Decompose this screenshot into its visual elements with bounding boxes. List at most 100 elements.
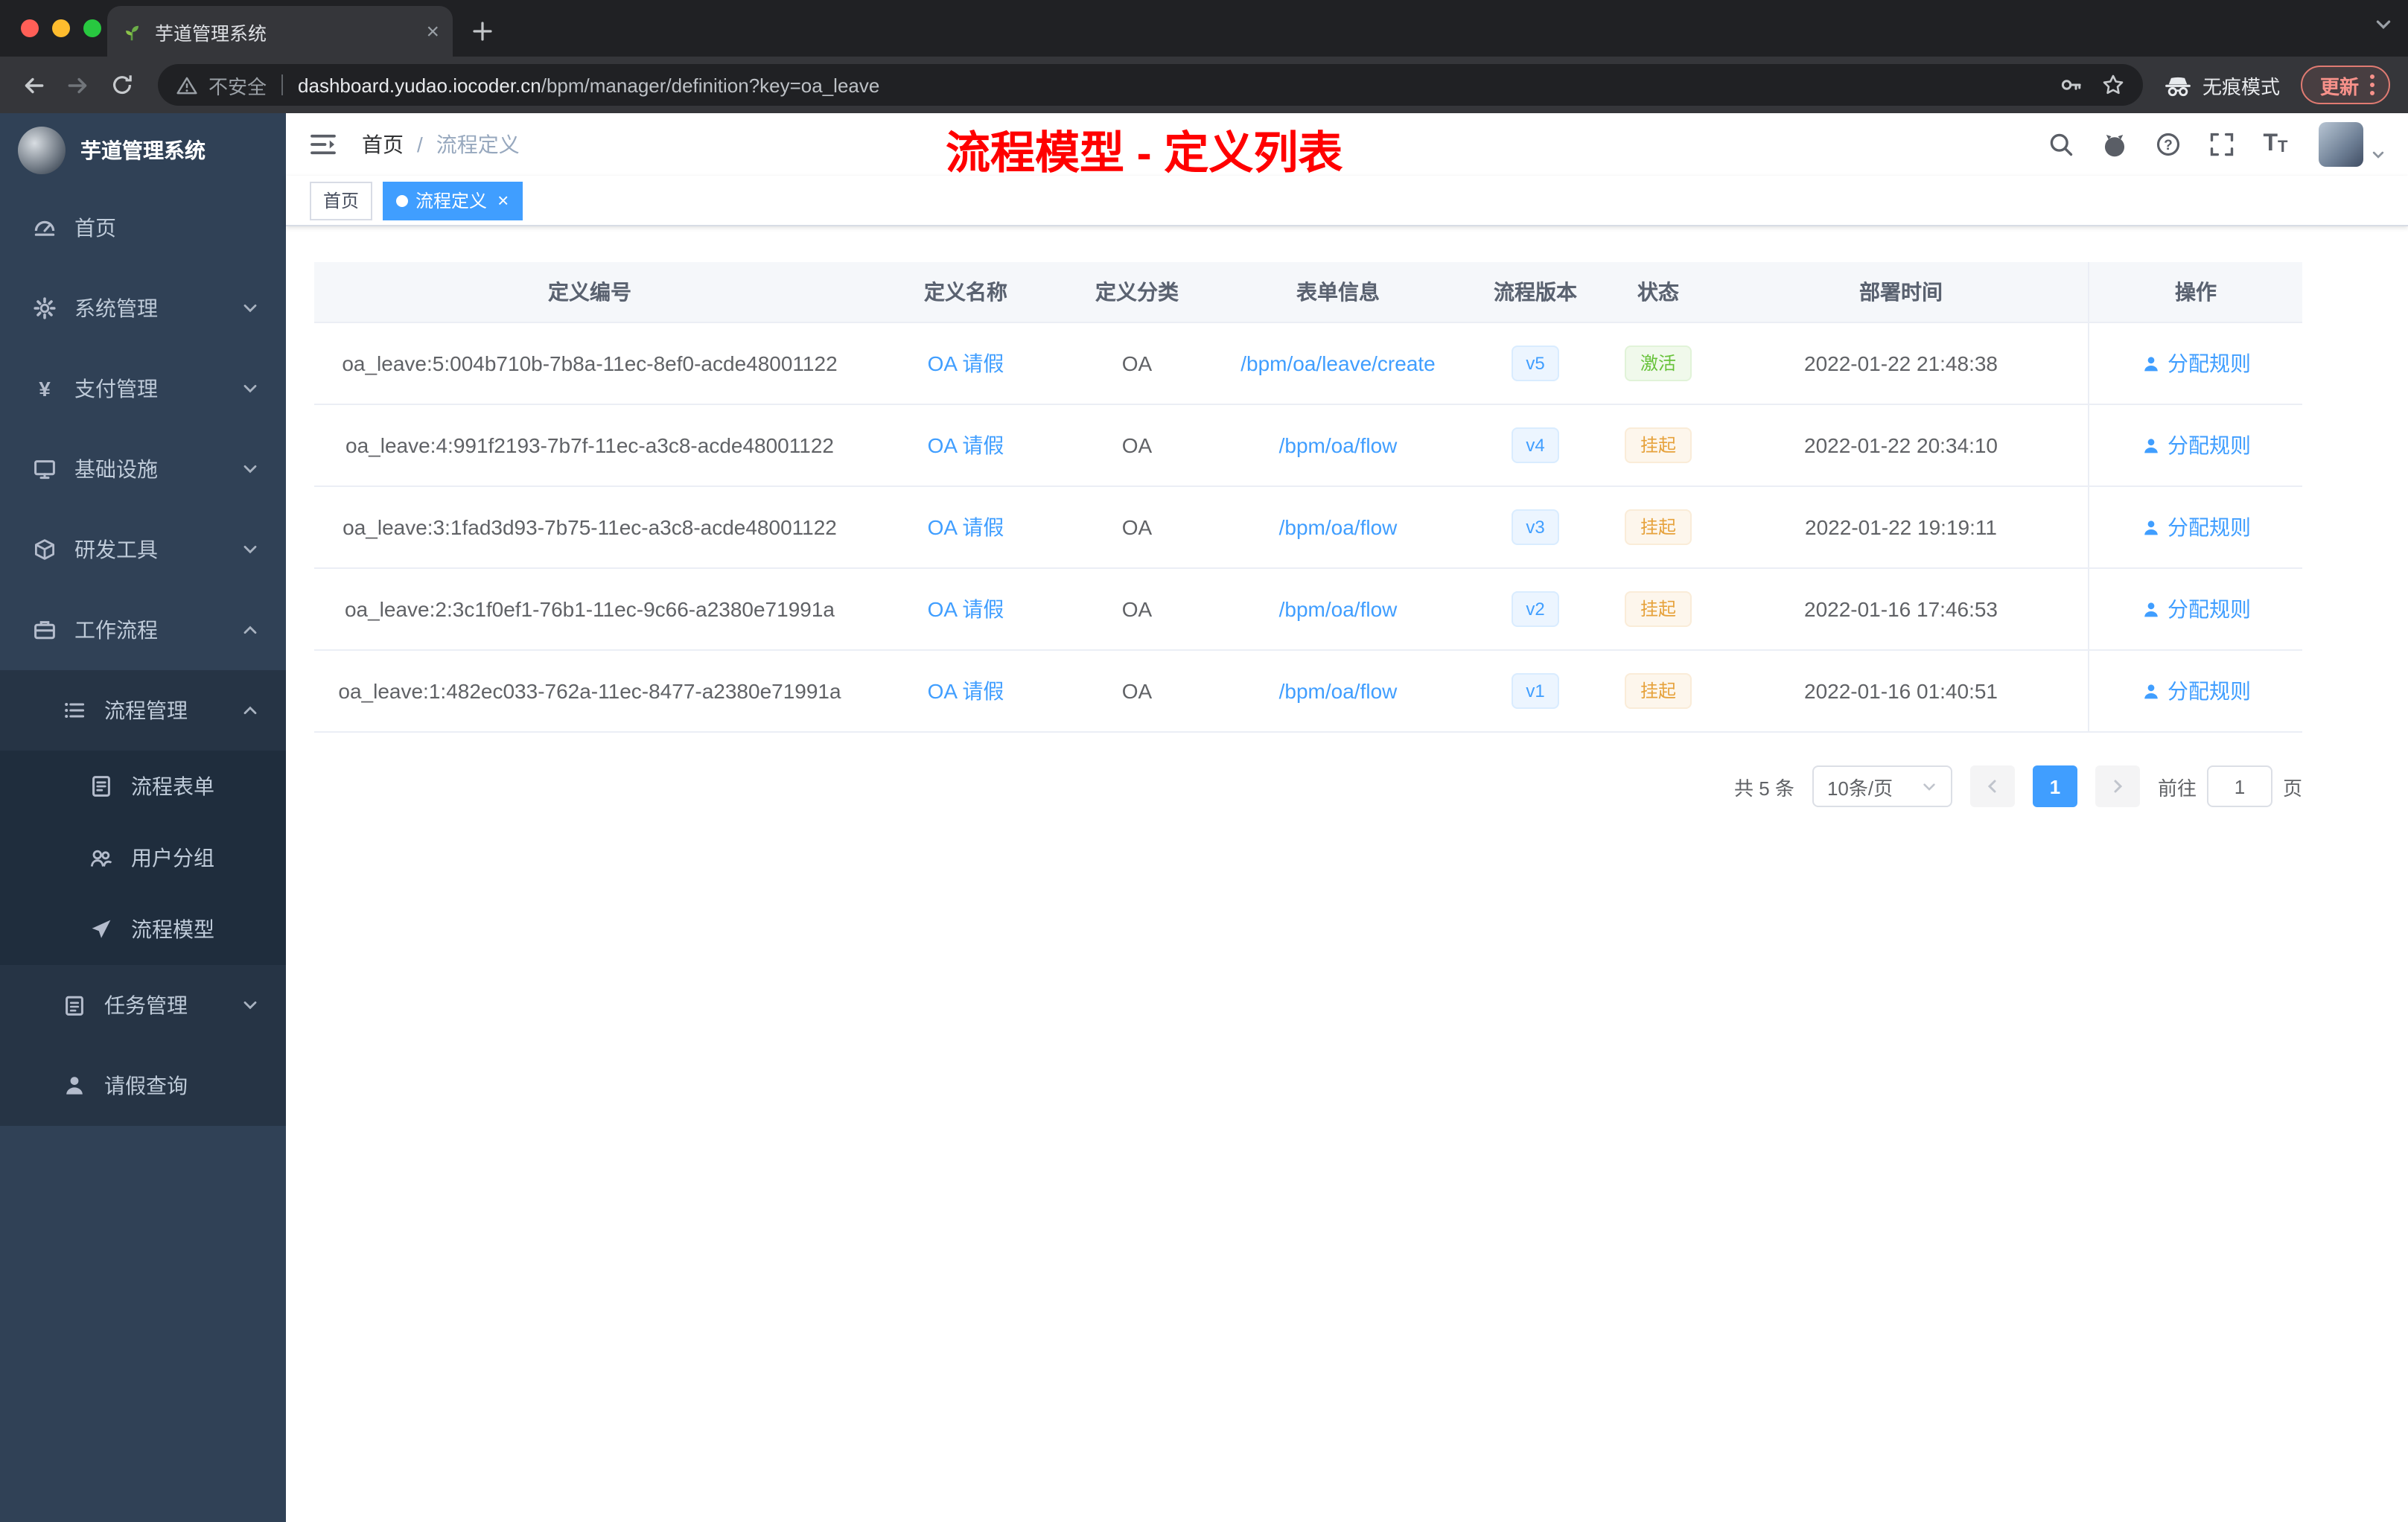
next-page-button[interactable] (2095, 765, 2140, 807)
sidebar-item-task-management[interactable]: 任务管理 (0, 965, 286, 1045)
tag-process-definition[interactable]: 流程定义 × (383, 181, 523, 220)
tab-close-icon[interactable]: × (426, 20, 439, 42)
user-icon (2144, 684, 2157, 698)
sidebar-item-leave-query[interactable]: 请假查询 (0, 1045, 286, 1126)
reload-button[interactable] (101, 64, 143, 106)
security-warning-icon[interactable] (176, 74, 198, 96)
person-icon (63, 1074, 86, 1098)
help-icon[interactable]: ? (2155, 131, 2182, 158)
sidebar-item-system[interactable]: 系统管理 (0, 268, 286, 348)
cell-definition-name: OA 请假 (865, 512, 1066, 542)
cell-actions: 分配规则 (2088, 405, 2302, 485)
sidebar-item-workflow[interactable]: 工作流程 (0, 590, 286, 670)
assign-rule-link[interactable]: 分配规则 (2141, 348, 2251, 378)
bookmark-star-icon[interactable] (2101, 73, 2125, 97)
sidebar-item-infrastructure[interactable]: 基础设施 (0, 429, 286, 509)
browser-update-button[interactable]: 更新 (2300, 66, 2390, 104)
address-bar[interactable]: 不安全 dashboard.yudao.iocoder.cn/bpm/manag… (158, 64, 2143, 106)
window-controls (21, 19, 101, 37)
prev-page-button[interactable] (1969, 765, 2015, 807)
sidebar-toggle-icon[interactable] (308, 130, 338, 159)
tags-view-bar: 首页 流程定义 × (286, 176, 2408, 226)
incognito-badge: 无痕模式 (2164, 71, 2280, 99)
chevron-down-icon (241, 541, 259, 558)
cell-deploy-time: 2022-01-16 17:46:53 (1804, 597, 1998, 621)
sidebar-item-process-model[interactable]: 流程模型 (0, 894, 286, 965)
back-button[interactable] (12, 64, 54, 106)
sidebar-logo[interactable]: 芋道管理系统 (0, 113, 286, 188)
form-link[interactable]: /bpm/oa/flow (1279, 679, 1398, 703)
caret-down-icon (2371, 147, 2386, 162)
sidebar: 芋道管理系统 首页 系统管理 ¥ 支付管理 基础设施 研发工具 工作流程 流程管… (0, 113, 286, 1522)
user-avatar (2319, 122, 2363, 167)
tab-favicon-icon (121, 20, 143, 42)
active-tag-dot (396, 194, 409, 206)
cell-definition-id: oa_leave:4:991f2193-7b7f-11ec-a3c8-acde4… (345, 433, 834, 457)
cell-status: 挂起 (1602, 673, 1714, 709)
fullscreen-icon[interactable] (2208, 131, 2235, 158)
page-size-select[interactable]: 10条/页 (1812, 765, 1952, 807)
cell-actions: 分配规则 (2088, 569, 2302, 649)
definition-name-link[interactable]: OA 请假 (928, 351, 1004, 375)
assign-rule-label: 分配规则 (2167, 515, 2251, 539)
sidebar-item-user-group[interactable]: 用户分组 (0, 822, 286, 894)
sidebar-item-process-management[interactable]: 流程管理 (0, 670, 286, 751)
content-area: 定义编号 定义名称 定义分类 表单信息 流程版本 状态 部署时间 操作 oa_l… (286, 226, 2408, 1522)
cell-definition-id: oa_leave:3:1fad3d93-7b75-11ec-a3c8-acde4… (343, 515, 837, 539)
sidebar-item-home[interactable]: 首页 (0, 188, 286, 268)
cell-definition-name: OA 请假 (865, 676, 1066, 706)
definition-name-link[interactable]: OA 请假 (928, 597, 1004, 621)
window-close-button[interactable] (21, 19, 39, 37)
form-link[interactable]: /bpm/oa/flow (1279, 597, 1398, 621)
main-panel: 首页 / 流程定义 流程模型 - 定义列表 ? T T 首页 流程定义 × 定义… (286, 113, 2408, 1522)
browser-tab-strip: 芋道管理系统 × (0, 0, 2408, 57)
cell-version: v5 (1468, 346, 1602, 381)
gear-icon (33, 296, 57, 320)
definition-name-link[interactable]: OA 请假 (928, 679, 1004, 703)
svg-text:?: ? (2164, 138, 2173, 153)
goto-page-input[interactable] (2206, 765, 2272, 807)
github-icon[interactable] (2101, 131, 2128, 158)
security-label[interactable]: 不安全 (208, 71, 267, 99)
sidebar-item-process-form[interactable]: 流程表单 (0, 751, 286, 822)
sidebar-item-label: 研发工具 (74, 538, 158, 561)
assign-rule-link[interactable]: 分配规则 (2141, 594, 2251, 624)
assign-rule-link[interactable]: 分配规则 (2141, 430, 2251, 460)
version-tag: v4 (1511, 427, 1560, 463)
definition-name-link[interactable]: OA 请假 (928, 433, 1004, 457)
tag-close-icon[interactable]: × (497, 191, 509, 210)
window-zoom-button[interactable] (83, 19, 101, 37)
sidebar-item-label: 支付管理 (74, 377, 158, 401)
sidebar-item-devtools[interactable]: 研发工具 (0, 509, 286, 590)
cell-definition-name: OA 请假 (865, 430, 1066, 460)
url-text[interactable]: dashboard.yudao.iocoder.cn/bpm/manager/d… (298, 74, 879, 96)
assign-rule-link[interactable]: 分配规则 (2141, 512, 2251, 542)
browser-tab[interactable]: 芋道管理系统 × (107, 6, 453, 57)
tab-search-caret-icon[interactable] (2374, 15, 2393, 34)
sidebar-item-payment[interactable]: ¥ 支付管理 (0, 348, 286, 429)
app-frame: 芋道管理系统 首页 系统管理 ¥ 支付管理 基础设施 研发工具 工作流程 流程管… (0, 113, 2408, 1522)
page-number-button[interactable]: 1 (2032, 765, 2077, 807)
form-link[interactable]: /bpm/oa/flow (1279, 433, 1398, 457)
workflow-submenu: 流程管理 流程表单 用户分组 流程模型 任务管理 请假查询 (0, 670, 286, 1126)
forward-button[interactable] (57, 64, 98, 106)
assign-rule-link[interactable]: 分配规则 (2141, 676, 2251, 706)
font-size-icon[interactable]: TT (2262, 131, 2289, 158)
form-link[interactable]: /bpm/oa/leave/create (1240, 351, 1436, 375)
goto-label: 前往 (2157, 777, 2197, 799)
sidebar-item-label: 工作流程 (74, 618, 158, 642)
window-minimize-button[interactable] (52, 19, 70, 37)
navbar-actions: ? TT (2048, 122, 2386, 167)
chevron-down-icon (241, 460, 259, 478)
search-icon[interactable] (2048, 131, 2074, 158)
tag-home[interactable]: 首页 (310, 181, 373, 220)
form-link[interactable]: /bpm/oa/flow (1279, 515, 1398, 539)
new-tab-button[interactable] (462, 10, 503, 52)
cell-version: v1 (1468, 673, 1602, 709)
password-key-icon[interactable] (2060, 73, 2083, 97)
browser-menu-dots-icon[interactable] (2369, 73, 2375, 97)
definition-name-link[interactable]: OA 请假 (928, 515, 1004, 539)
breadcrumb-home[interactable]: 首页 (362, 130, 404, 159)
user-menu[interactable] (2319, 122, 2386, 167)
table-row: oa_leave:5:004b710b-7b8a-11ec-8ef0-acde4… (314, 322, 2302, 404)
